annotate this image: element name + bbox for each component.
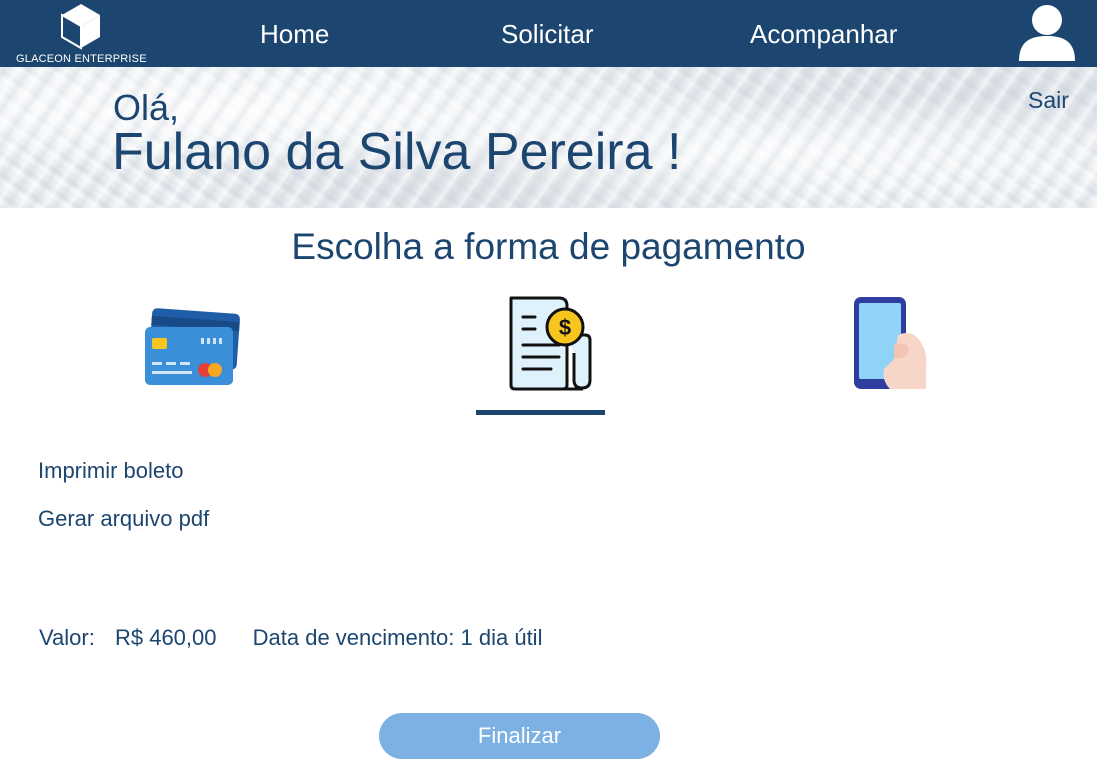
payment-summary: Valor: R$ 460,00 Data de vencimento: 1 d…: [39, 625, 542, 651]
user-name: Fulano da Silva Pereira !: [112, 123, 682, 181]
nav-acompanhar[interactable]: Acompanhar: [750, 19, 897, 50]
brand-logo[interactable]: GLACEON ENTERPRISE: [14, 2, 159, 65]
user-avatar[interactable]: [1017, 3, 1077, 61]
nav-solicitar[interactable]: Solicitar: [501, 19, 593, 50]
boleto-bill-icon: $: [509, 296, 592, 391]
logout-link[interactable]: Sair: [1028, 87, 1069, 114]
payment-option-boleto[interactable]: $: [505, 295, 595, 392]
user-icon: [1019, 5, 1075, 61]
nav-home[interactable]: Home: [260, 19, 329, 50]
payment-option-mobile[interactable]: [850, 295, 930, 391]
print-boleto-link[interactable]: Imprimir boleto: [38, 458, 183, 484]
page-title: Escolha a forma de pagamento: [291, 226, 806, 267]
generate-pdf-link[interactable]: Gerar arquivo pdf: [38, 506, 209, 532]
cube-logo-icon: [61, 4, 100, 50]
value-label: Valor:: [39, 625, 95, 650]
credit-card-icon: [145, 308, 240, 385]
due-date: Data de vencimento: 1 dia útil: [252, 625, 543, 650]
mobile-phone-icon: [854, 297, 927, 389]
svg-text:$: $: [559, 315, 571, 340]
top-navbar: GLACEON ENTERPRISE Home Solicitar Acompa…: [0, 0, 1097, 67]
selected-tab-indicator: [476, 410, 605, 415]
greeting-banner: Olá, Fulano da Silva Pereira ! Sair: [0, 67, 1097, 208]
value-amount: R$ 460,00: [114, 625, 217, 650]
payment-option-card[interactable]: [140, 305, 242, 390]
finalize-button[interactable]: Finalizar: [379, 713, 660, 759]
brand-name: GLACEON ENTERPRISE: [16, 53, 147, 65]
